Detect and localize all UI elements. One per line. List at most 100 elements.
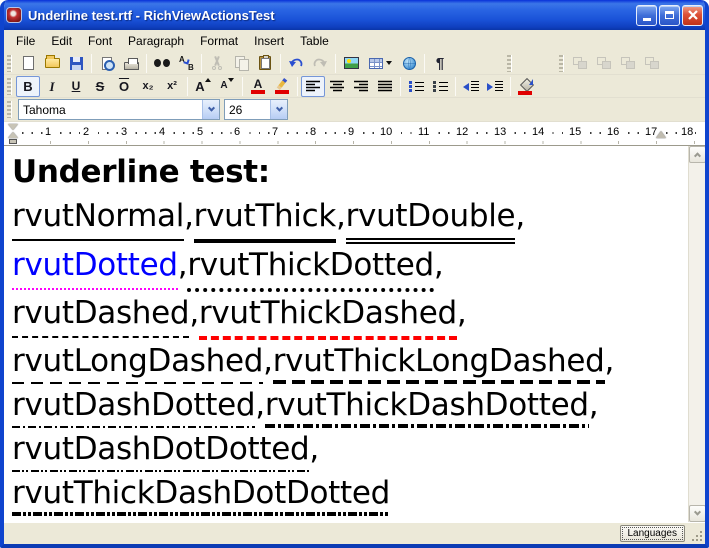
italic-icon: I	[49, 80, 54, 93]
ruler-minor-ticks	[50, 141, 701, 144]
shrink-font-button[interactable]: A	[215, 76, 239, 97]
titlebar[interactable]: Underline test.rtf - RichViewActionsTest	[0, 0, 709, 30]
standard-toolbar: A B ¶	[4, 52, 705, 75]
chevron-down-icon	[207, 105, 214, 112]
menu-edit[interactable]: Edit	[43, 31, 80, 51]
align-center-button[interactable]	[325, 76, 349, 97]
numbering-button[interactable]	[428, 76, 452, 97]
hyperlink-button[interactable]	[397, 53, 421, 74]
shrink-arrow-icon	[228, 78, 234, 82]
font-size-combo[interactable]: 26	[224, 99, 288, 120]
bold-button[interactable]: B	[16, 76, 40, 97]
document-line: rvutDashDotDotted,	[12, 428, 688, 472]
overline-icon: O	[119, 80, 129, 93]
open-button[interactable]	[40, 53, 64, 74]
insert-row-above-button[interactable]	[568, 53, 592, 74]
toolbar-separator	[187, 77, 188, 96]
insert-picture-button[interactable]	[339, 53, 363, 74]
scroll-up-button[interactable]	[689, 146, 706, 163]
print-preview-icon	[102, 57, 112, 70]
cut-button[interactable]	[205, 53, 229, 74]
font-name-dropdown-button[interactable]	[202, 100, 219, 119]
toolbar-grip[interactable]	[559, 55, 564, 72]
paste-button[interactable]	[253, 53, 277, 74]
strikethrough-button[interactable]: S	[88, 76, 112, 97]
find-replace-button[interactable]: A B	[174, 53, 198, 74]
save-button[interactable]	[64, 53, 88, 74]
insert-table-button[interactable]	[363, 53, 397, 74]
chevron-up-icon	[694, 152, 701, 159]
bullets-button[interactable]	[404, 76, 428, 97]
bold-icon: B	[23, 80, 32, 93]
status-bar: Languages	[4, 522, 705, 544]
fill-color-button[interactable]	[514, 76, 538, 97]
insert-column-left-button[interactable]	[616, 53, 640, 74]
undo-button[interactable]	[284, 53, 308, 74]
grow-font-icon: A	[195, 80, 204, 93]
left-indent-marker[interactable]	[9, 139, 17, 144]
copy-button[interactable]	[229, 53, 253, 74]
toolbar-separator	[91, 54, 92, 73]
dropdown-caret-icon	[386, 61, 392, 65]
toolbar-grip[interactable]	[7, 101, 12, 118]
ruler-number: 6	[232, 126, 242, 139]
subscript-button[interactable]: x₂	[136, 76, 160, 97]
print-button[interactable]	[119, 53, 143, 74]
menu-bar: File Edit Font Paragraph Format Insert T…	[4, 30, 705, 52]
right-indent-marker[interactable]	[656, 131, 666, 138]
decrease-indent-button[interactable]	[459, 76, 483, 97]
menu-insert[interactable]: Insert	[246, 31, 292, 51]
toolbar-separator	[335, 54, 336, 73]
underline-button[interactable]: U	[64, 76, 88, 97]
align-right-button[interactable]	[349, 76, 373, 97]
font-toolbar: Tahoma 26	[4, 98, 705, 122]
ruler-number: 2	[81, 126, 91, 139]
document-editor[interactable]: Underline test: rvutNormal, rvutThick, r…	[4, 146, 688, 522]
toolbar-grip[interactable]	[7, 55, 12, 72]
scroll-down-button[interactable]	[689, 505, 706, 522]
first-line-indent-marker[interactable]	[8, 124, 18, 130]
grow-font-button[interactable]: A	[191, 76, 215, 97]
superscript-icon: x²	[167, 80, 177, 92]
align-left-icon	[306, 80, 321, 92]
picture-icon	[344, 57, 359, 69]
redo-button[interactable]	[308, 53, 332, 74]
insert-row-below-icon	[597, 57, 611, 69]
maximize-button[interactable]	[659, 5, 680, 26]
insert-column-left-icon	[621, 57, 635, 69]
menu-file[interactable]: File	[8, 31, 43, 51]
resize-grip[interactable]	[690, 529, 703, 542]
font-size-dropdown-button[interactable]	[270, 100, 287, 119]
menu-font[interactable]: Font	[80, 31, 120, 51]
languages-button[interactable]: Languages	[620, 525, 686, 542]
menu-format[interactable]: Format	[192, 31, 246, 51]
new-document-icon	[23, 56, 34, 70]
toolbar-separator	[280, 54, 281, 73]
minimize-button[interactable]	[636, 5, 657, 26]
toolbar-grip[interactable]	[7, 78, 12, 95]
print-preview-button[interactable]	[95, 53, 119, 74]
font-name-combo[interactable]: Tahoma	[18, 99, 220, 120]
font-color-button[interactable]: A	[246, 76, 270, 97]
align-left-button[interactable]	[301, 76, 325, 97]
vertical-scrollbar[interactable]	[688, 146, 705, 522]
shrink-font-icon: A	[220, 81, 227, 91]
toolbar-grip[interactable]	[507, 55, 512, 72]
italic-button[interactable]: I	[40, 76, 64, 97]
ruler-number: 13	[492, 126, 508, 139]
overline-button[interactable]: O	[112, 76, 136, 97]
find-button[interactable]	[150, 53, 174, 74]
increase-indent-button[interactable]	[483, 76, 507, 97]
insert-column-right-button[interactable]	[640, 53, 664, 74]
menu-table[interactable]: Table	[292, 31, 337, 51]
new-document-button[interactable]	[16, 53, 40, 74]
insert-row-above-icon	[573, 57, 587, 69]
menu-paragraph[interactable]: Paragraph	[120, 31, 192, 51]
close-button[interactable]	[682, 5, 703, 26]
superscript-button[interactable]: x²	[160, 76, 184, 97]
insert-row-below-button[interactable]	[592, 53, 616, 74]
text-highlight-button[interactable]	[270, 76, 294, 97]
justify-button[interactable]	[373, 76, 397, 97]
hanging-indent-marker[interactable]	[8, 132, 18, 138]
show-paragraph-marks-button[interactable]: ¶	[428, 53, 452, 74]
